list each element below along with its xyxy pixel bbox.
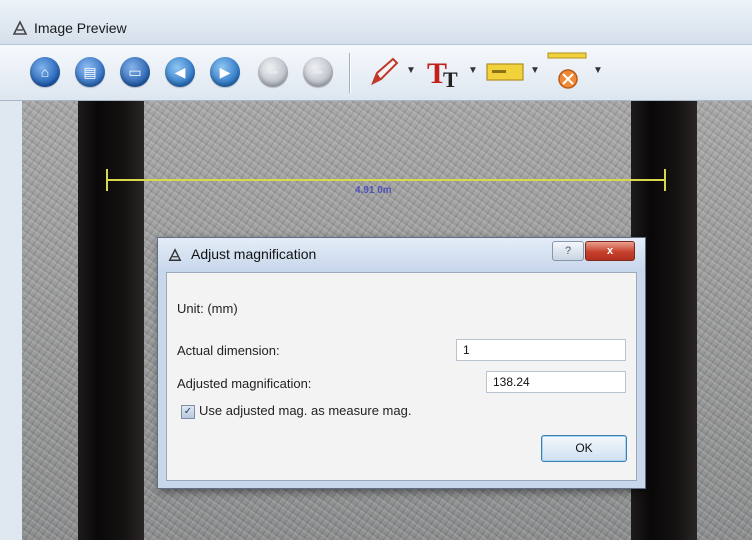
print-icon: ▭ xyxy=(128,63,142,80)
home-icon: ⌂ xyxy=(40,64,50,80)
app-triangle-icon xyxy=(168,248,182,261)
back-button[interactable]: ◀ xyxy=(165,57,195,87)
svg-text:T: T xyxy=(443,67,458,91)
unit-label: Unit: (mm) xyxy=(177,301,238,316)
toolbar-separator xyxy=(349,53,350,93)
adjust-magnification-dialog: Adjust magnification ? x Unit: (mm) Actu… xyxy=(157,237,646,489)
measure-clear-dropdown-icon[interactable]: ▼ xyxy=(593,65,603,76)
left-margin xyxy=(0,101,23,540)
label-box-dropdown-icon[interactable]: ▼ xyxy=(530,65,540,76)
pencil-icon[interactable] xyxy=(367,55,401,89)
measurement-label: 4.91 0m xyxy=(355,185,392,196)
use-adjusted-mag-checkbox[interactable]: ✓ xyxy=(181,405,195,419)
close-button[interactable]: x xyxy=(585,241,635,261)
toolbar: ⌂ ▤ ▭ ◀ ▶ ━ ━ ▼ T T ▼ ▼ ▼ xyxy=(0,45,752,101)
window-title: Image Preview xyxy=(34,20,127,36)
label-box-icon[interactable] xyxy=(486,61,526,83)
use-adjusted-mag-label[interactable]: Use adjusted mag. as measure mag. xyxy=(199,403,411,418)
measure-cap-right[interactable] xyxy=(664,169,666,191)
ok-button[interactable]: OK xyxy=(541,435,627,462)
minus-disabled-icon: ━ xyxy=(313,63,323,80)
actual-dimension-input[interactable]: 1 xyxy=(456,339,626,361)
disabled-button-2[interactable]: ━ xyxy=(303,57,333,87)
text-tool-icon[interactable]: T T xyxy=(425,53,465,91)
print-button[interactable]: ▭ xyxy=(120,57,150,87)
dialog-body: Unit: (mm) Actual dimension: 1 Adjusted … xyxy=(166,272,637,481)
pencil-dropdown-icon[interactable]: ▼ xyxy=(406,65,416,76)
image-preview-window: Image Preview ⌂ ▤ ▭ ◀ ▶ ━ ━ ▼ T T ▼ ▼ ▼ … xyxy=(0,0,752,540)
forward-button[interactable]: ▶ xyxy=(210,57,240,87)
title-bar: Image Preview xyxy=(0,0,752,45)
dialog-title-bar[interactable]: Adjust magnification ? x xyxy=(158,238,645,272)
app-triangle-icon xyxy=(12,20,28,35)
measure-clear-icon[interactable] xyxy=(546,51,590,93)
actual-dimension-label: Actual dimension: xyxy=(177,343,280,358)
adjusted-magnification-input[interactable]: 138.24 xyxy=(486,371,626,393)
home-button[interactable]: ⌂ xyxy=(30,57,60,87)
disabled-button-1[interactable]: ━ xyxy=(258,57,288,87)
measurement-line[interactable] xyxy=(107,179,665,181)
text-tool-dropdown-icon[interactable]: ▼ xyxy=(468,65,478,76)
minus-disabled-icon: ━ xyxy=(268,63,278,80)
back-arrow-icon: ◀ xyxy=(174,63,186,80)
forward-arrow-icon: ▶ xyxy=(219,63,231,80)
document-icon: ▤ xyxy=(83,63,97,80)
help-button[interactable]: ? xyxy=(552,241,584,261)
dialog-title: Adjust magnification xyxy=(191,246,317,262)
document-button[interactable]: ▤ xyxy=(75,57,105,87)
dark-stripe-left xyxy=(78,101,144,540)
adjusted-magnification-label: Adjusted magnification: xyxy=(177,376,312,391)
